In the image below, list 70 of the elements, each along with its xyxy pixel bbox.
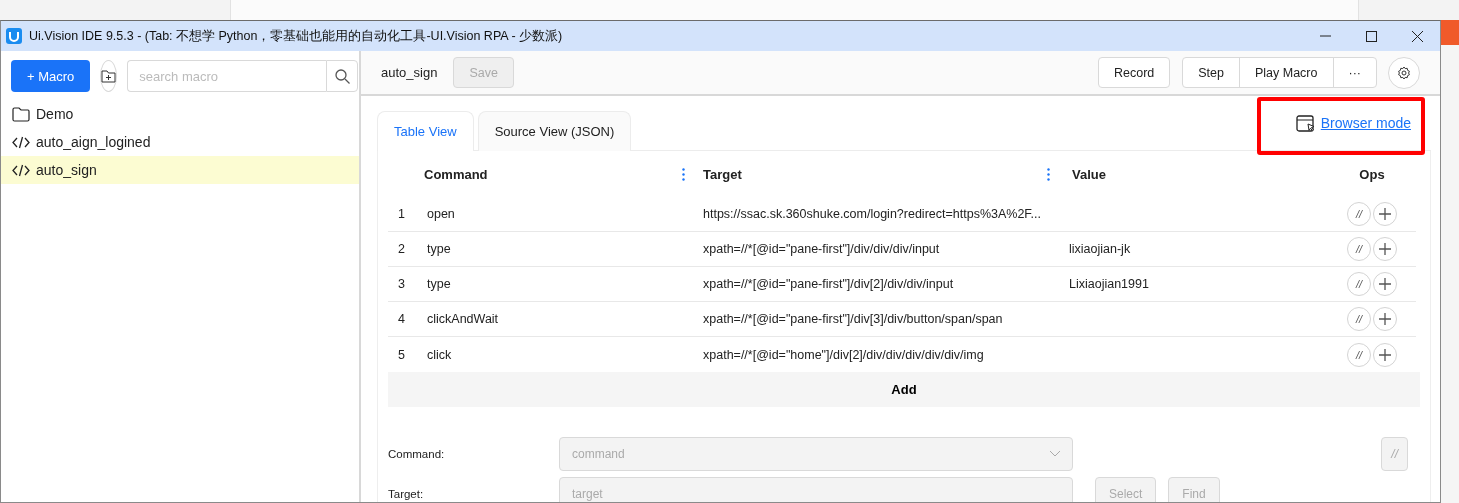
- folder-plus-icon: [101, 69, 117, 83]
- search-icon: [334, 68, 350, 84]
- comment-button[interactable]: //: [1347, 237, 1371, 261]
- comment-button[interactable]: //: [1347, 342, 1371, 367]
- window-title: Ui.Vision IDE 9.5.3 - (Tab: 不想学 Python，零基础也能用的自动化工具-UI.Vision RPA - 少数派): [29, 27, 564, 45]
- insert-button[interactable]: [1373, 307, 1397, 331]
- value-cell: lixiaojian-jk: [1069, 242, 1131, 256]
- settings-button[interactable]: [1388, 56, 1420, 89]
- column-menu-icon[interactable]: [1047, 167, 1050, 181]
- maximize-icon: [1365, 30, 1377, 42]
- new-folder-button[interactable]: [100, 60, 118, 92]
- comment-button[interactable]: //: [1347, 272, 1371, 296]
- play-macro-button[interactable]: Play Macro: [1238, 57, 1334, 88]
- code-icon: [12, 135, 30, 149]
- record-button[interactable]: Record: [1097, 57, 1171, 88]
- macro-list-item[interactable]: Demo: [1, 100, 359, 128]
- view-tab[interactable]: Table View: [377, 111, 474, 151]
- column-menu-icon[interactable]: [682, 167, 685, 181]
- insert-button[interactable]: [1373, 237, 1397, 261]
- search-field[interactable]: search macro: [127, 60, 327, 92]
- row-number: 1: [398, 207, 405, 221]
- row-number: 4: [398, 312, 405, 326]
- column-header: Target: [703, 166, 742, 182]
- macro-list-item[interactable]: auto_aign_logined: [1, 128, 359, 156]
- value-cell: Lixiaojian1991: [1069, 277, 1149, 291]
- comment-button[interactable]: //: [1347, 307, 1371, 331]
- target-cell: xpath=//*[@id="pane-first"]/div[3]/div/button/span/span: [703, 312, 1003, 326]
- row-number: 3: [398, 277, 405, 291]
- close-icon: [1411, 30, 1423, 42]
- more-button[interactable]: ···: [1332, 57, 1377, 88]
- browser-mode-link[interactable]: Browser mode: [1320, 115, 1411, 131]
- field-label: Command:: [388, 448, 446, 460]
- column-header: Ops: [1359, 166, 1385, 182]
- field-label: Target:: [388, 488, 425, 500]
- macro-list-item[interactable]: auto_sign: [1, 156, 359, 184]
- chevron-down-icon: [1049, 450, 1061, 457]
- insert-button[interactable]: [1373, 202, 1397, 226]
- command-cell: type: [427, 242, 451, 256]
- row-number: 5: [398, 347, 405, 362]
- search-button[interactable]: [326, 60, 359, 92]
- plus-icon: [1379, 348, 1391, 361]
- app-logo-icon: [6, 28, 22, 44]
- column-header: Command: [424, 166, 488, 182]
- insert-button[interactable]: [1373, 342, 1397, 367]
- column-header: Value: [1072, 166, 1106, 182]
- settings-icon: [1397, 65, 1411, 80]
- plus-icon: [1379, 243, 1391, 255]
- command-cell: click: [427, 347, 452, 362]
- command-cell: open: [427, 207, 455, 221]
- target-cell: xpath=//*[@id="home"]/div[2]/div/div/div/div/div/img: [703, 347, 984, 362]
- view-tab[interactable]: Source View (JSON): [477, 111, 632, 151]
- code-icon: [12, 163, 30, 177]
- add-command-button[interactable]: Add: [388, 372, 1420, 407]
- minimize-icon: [1319, 35, 1331, 37]
- browser-cursor-icon: [1295, 115, 1316, 133]
- row-number: 2: [398, 242, 405, 256]
- plus-icon: [1379, 208, 1391, 220]
- command-cell: type: [427, 277, 451, 291]
- step-button[interactable]: Step: [1182, 57, 1240, 88]
- target-cell: xpath=//*[@id="pane-first"]/div[2]/div/div/input: [703, 277, 954, 291]
- macro-name: auto_sign: [381, 65, 438, 80]
- comment-button[interactable]: //: [1347, 202, 1371, 226]
- insert-button[interactable]: [1373, 272, 1397, 296]
- plus-icon: [1379, 278, 1391, 290]
- plus-icon: [1379, 313, 1391, 325]
- command-cell: clickAndWait: [427, 312, 499, 326]
- target-cell: https://ssac.sk.360shuke.com/login?redirect=https%3A%2F...: [703, 207, 1042, 221]
- new-macro-button[interactable]: + Macro: [11, 60, 91, 92]
- target-cell: xpath=//*[@id="pane-first"]/div/div/div/input: [703, 242, 940, 256]
- folder-icon: [12, 106, 30, 122]
